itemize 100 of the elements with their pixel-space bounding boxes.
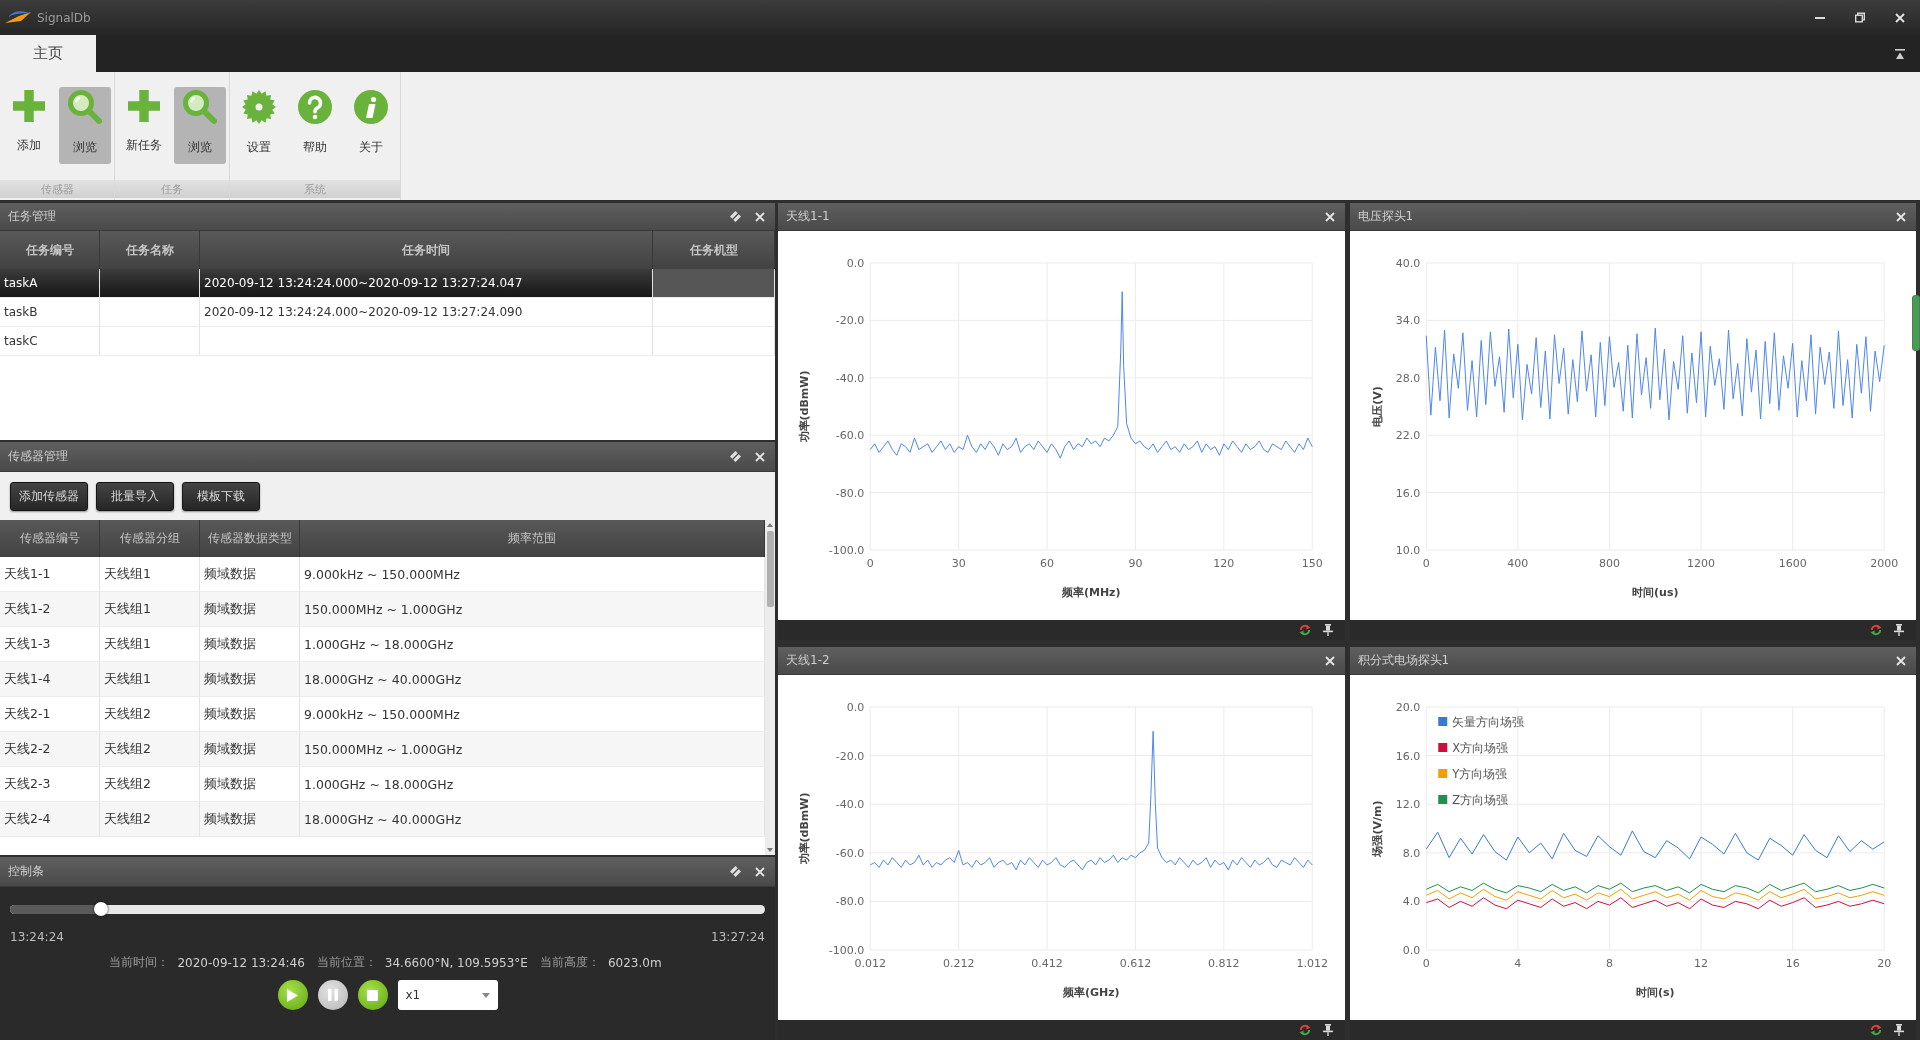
pin-button[interactable]: [1320, 1022, 1335, 1038]
axis-tick-label: 800: [1598, 557, 1620, 570]
table-row[interactable]: 天线1-2 天线组1 频域数据 150.000MHz ~ 1.000GHz: [0, 592, 765, 627]
axis-tick-label: 1.012: [1296, 957, 1328, 970]
table-row[interactable]: 天线1-4 天线组1 频域数据 18.000GHz ~ 40.000GHz: [0, 662, 765, 697]
refresh-button[interactable]: [1868, 1022, 1884, 1038]
axis-tick-label: 60: [1040, 557, 1055, 570]
table-row[interactable]: 天线1-1 天线组1 频域数据 9.000kHz ~ 150.000MHz: [0, 557, 765, 592]
ribbon-button[interactable]: 新任务: [118, 87, 170, 164]
axis-tick-label: 22.0: [1395, 429, 1420, 443]
table-cell: 天线组2: [100, 732, 200, 766]
slider-handle[interactable]: [93, 902, 108, 916]
panel-title: 传感器管理: [8, 448, 68, 465]
axis-tick-label: 0: [1422, 557, 1430, 570]
axis-tick-label: 1200: [1686, 557, 1715, 570]
axis-tick-label: 30: [951, 557, 966, 570]
axis-tick-label: 20: [1876, 957, 1891, 970]
column-header: 传感器编号: [0, 520, 100, 557]
table-cell: 天线1-2: [0, 592, 100, 626]
dock-button[interactable]: [728, 449, 743, 464]
stop-button[interactable]: [357, 980, 388, 1010]
axis-tick-label: -40.0: [835, 798, 865, 812]
close-button[interactable]: [1322, 653, 1337, 668]
play-icon: [287, 988, 298, 1002]
axis-title: 电压(V): [1370, 386, 1384, 427]
table-row[interactable]: 天线1-3 天线组1 频域数据 1.000GHz ~ 18.000GHz: [0, 627, 765, 662]
pin-button[interactable]: [1892, 1022, 1906, 1038]
table-row[interactable]: 天线2-4 天线组2 频域数据 18.000GHz ~ 40.000GHz: [0, 802, 765, 837]
question-icon: [298, 90, 332, 124]
side-handle[interactable]: [1912, 295, 1920, 351]
axis-tick-label: 0.412: [1031, 957, 1063, 970]
axis-tick-label: 16: [1785, 957, 1800, 970]
status-label: 当前位置：: [316, 954, 377, 971]
window-title: SignalDb: [37, 10, 91, 25]
toolbar-button[interactable]: 批量导入: [96, 481, 174, 511]
progress-track[interactable]: [10, 905, 765, 914]
column-header: 传感器数据类型: [200, 520, 300, 557]
table-cell: 天线组2: [100, 802, 200, 836]
close-icon: [1324, 211, 1335, 222]
restore-icon: [1855, 12, 1865, 23]
refresh-button[interactable]: [1868, 622, 1884, 638]
table-cell: 频域数据: [200, 557, 300, 591]
dock-icon: [730, 866, 741, 877]
minimize-icon: [1815, 16, 1825, 19]
axis-title: 频率(GHz): [1062, 986, 1120, 999]
speed-dropdown[interactable]: x1: [397, 980, 498, 1010]
search-icon: [183, 90, 217, 124]
dock-icon: [730, 211, 741, 222]
ribbon-button[interactable]: 添加: [3, 87, 55, 164]
close-icon: [1895, 12, 1905, 23]
axis-tick-label: -80.0: [835, 486, 865, 500]
table-cell: taskB: [0, 298, 100, 326]
pin-button[interactable]: [1892, 622, 1906, 638]
legend-label: Y方向场强: [1451, 767, 1507, 781]
status-value: 34.6600°N, 109.5953°E: [384, 955, 528, 970]
close-button[interactable]: [1322, 209, 1337, 224]
axis-tick-label: 0.612: [1119, 957, 1152, 970]
table-cell: taskC: [0, 327, 100, 355]
toolbar-button[interactable]: 添加传感器: [10, 481, 88, 511]
axis-tick-label: 120: [1213, 557, 1235, 570]
refresh-icon: [1870, 624, 1882, 636]
panel-title: 天线1-1: [786, 208, 830, 225]
ribbon-button[interactable]: 浏览: [59, 87, 111, 164]
play-button[interactable]: [277, 980, 308, 1010]
pin-icon: [1894, 624, 1904, 636]
column-header: 任务名称: [100, 231, 200, 269]
axis-title: 时间(s): [1635, 986, 1675, 999]
axis-tick-label: 0.0: [846, 701, 865, 714]
panel-title: 任务管理: [8, 208, 56, 225]
close-button[interactable]: [1894, 209, 1908, 224]
table-cell: 天线2-4: [0, 802, 100, 836]
table-row[interactable]: taskA 2020-09-12 13:24:24.000~2020-09-12 13:27:24.047: [0, 269, 775, 298]
ribbon-button[interactable]: 关于: [345, 87, 397, 164]
dock-button[interactable]: [728, 864, 743, 879]
table-row[interactable]: 天线2-3 天线组2 频域数据 1.000GHz ~ 18.000GHz: [0, 767, 765, 802]
ribbon-button[interactable]: 设置: [233, 87, 285, 164]
pause-icon: [327, 989, 338, 1001]
pin-icon: [1322, 624, 1333, 636]
end-time: 13:27:24: [711, 930, 765, 944]
axis-tick-label: 12: [1693, 957, 1708, 970]
table-row[interactable]: taskB 2020-09-12 13:24:24.000~2020-09-12 13:27:24.090: [0, 298, 775, 327]
ribbon-tab[interactable]: 主页: [0, 35, 96, 72]
table-row[interactable]: 天线2-2 天线组2 频域数据 150.000MHz ~ 1.000GHz: [0, 732, 765, 767]
close-button[interactable]: [1894, 653, 1908, 668]
axis-tick-label: 4: [1513, 957, 1521, 970]
table-cell: 天线2-3: [0, 767, 100, 801]
table-cell: 天线组2: [100, 767, 200, 801]
table-row[interactable]: taskC: [0, 327, 775, 356]
close-button[interactable]: [753, 209, 767, 224]
close-button[interactable]: [753, 449, 767, 464]
ribbon-button[interactable]: 浏览: [174, 87, 226, 164]
pin-button[interactable]: [1320, 622, 1335, 638]
close-button[interactable]: [753, 864, 767, 879]
status-value: 2020-09-12 13:24:46: [177, 955, 305, 970]
toolbar-button[interactable]: 模板下载: [182, 481, 260, 511]
table-row[interactable]: 天线2-1 天线组2 频域数据 9.000kHz ~ 150.000MHz: [0, 697, 765, 732]
ribbon-button[interactable]: 帮助: [289, 87, 341, 164]
dock-button[interactable]: [728, 209, 743, 224]
table-cell: 天线2-2: [0, 732, 100, 766]
refresh-icon: [1870, 1024, 1882, 1036]
